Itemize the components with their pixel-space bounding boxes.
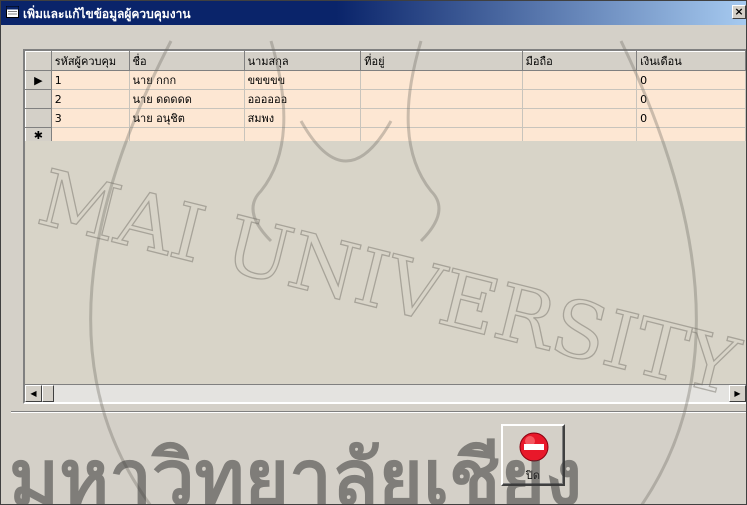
window-close-button[interactable]: × — [732, 5, 746, 19]
grid-cell[interactable]: 1 — [50, 70, 130, 90]
row-selector-header — [25, 51, 52, 71]
horizontal-scrollbar[interactable]: ◀ ▶ — [25, 385, 746, 402]
grid-cell[interactable]: นาย อนุชิต — [128, 108, 245, 128]
grid-cell[interactable]: 2 — [50, 89, 130, 109]
grid-cell[interactable] — [360, 70, 523, 90]
scroll-right-button[interactable]: ▶ — [729, 385, 746, 402]
grid-cell[interactable]: ขขขขข — [243, 70, 362, 90]
table-row[interactable]: ▶ 1 นาย กกก ขขขขข 0 — [25, 70, 746, 90]
column-header-salary[interactable]: เงินเดือน — [636, 51, 746, 71]
table-row[interactable]: 3 นาย อนุชิต สมพง 0 — [25, 108, 746, 128]
grid-cell[interactable]: ออออออ — [243, 89, 362, 109]
close-form-button[interactable]: ปิด — [501, 424, 565, 486]
grid-cell[interactable] — [521, 89, 638, 109]
scroll-left-icon: ◀ — [30, 389, 37, 398]
scrollbar-thumb[interactable] — [42, 385, 54, 402]
form-icon[interactable] — [6, 6, 19, 18]
window-title: เพิ่มและแก้ไขข้อมูลผู้ควบคุมงาน — [23, 7, 191, 21]
form-window: เพิ่มและแก้ไขข้อมูลผู้ควบคุมงาน × รหัสผู… — [0, 0, 747, 505]
title-bar[interactable]: เพิ่มและแก้ไขข้อมูลผู้ควบคุมงาน × — [1, 1, 746, 25]
grid-cell[interactable] — [521, 108, 638, 128]
column-header-last-name[interactable]: นามสกุล — [243, 51, 362, 71]
close-icon: × — [734, 5, 744, 18]
grid-cell[interactable]: 3 — [50, 108, 130, 128]
grid-cell[interactable]: สมพง — [243, 108, 362, 128]
column-header-mobile[interactable]: มือถือ — [521, 51, 638, 71]
grid-table: รหัสผู้ควบคุม ชื่อ นามสกุล ที่อยู่ มือถื… — [25, 51, 746, 144]
grid-cell[interactable]: 0 — [636, 89, 746, 109]
grid-cell[interactable]: 0 — [636, 70, 746, 90]
scroll-left-button[interactable]: ◀ — [25, 385, 42, 402]
current-row-indicator[interactable]: ▶ — [25, 70, 52, 90]
grid-cell[interactable]: นาย ดดดดด — [128, 89, 245, 109]
table-row[interactable]: 2 นาย ดดดดด ออออออ 0 — [25, 89, 746, 109]
grid-empty-area — [25, 141, 746, 384]
row-selector[interactable] — [25, 89, 52, 109]
separator-line — [11, 411, 746, 413]
data-grid[interactable]: รหัสผู้ควบคุม ชื่อ นามสกุล ที่อยู่ มือถื… — [23, 49, 746, 404]
scroll-right-icon: ▶ — [734, 389, 741, 398]
close-form-button-label: ปิด — [525, 469, 541, 482]
grid-cell[interactable] — [360, 89, 523, 109]
grid-cell[interactable] — [360, 108, 523, 128]
column-header-address[interactable]: ที่อยู่ — [360, 51, 523, 71]
column-header-first-name[interactable]: ชื่อ — [128, 51, 245, 71]
grid-header-row: รหัสผู้ควบคุม ชื่อ นามสกุล ที่อยู่ มือถื… — [25, 51, 746, 71]
grid-cell[interactable]: นาย กกก — [128, 70, 245, 90]
watermark-text-th: มหาวิทยาลัยเชียง — [9, 433, 582, 505]
grid-cell[interactable]: 0 — [636, 108, 746, 128]
row-selector[interactable] — [25, 108, 52, 128]
column-header-supervisor-id[interactable]: รหัสผู้ควบคุม — [50, 51, 130, 71]
no-entry-icon — [519, 432, 549, 462]
grid-cell[interactable] — [521, 70, 638, 90]
